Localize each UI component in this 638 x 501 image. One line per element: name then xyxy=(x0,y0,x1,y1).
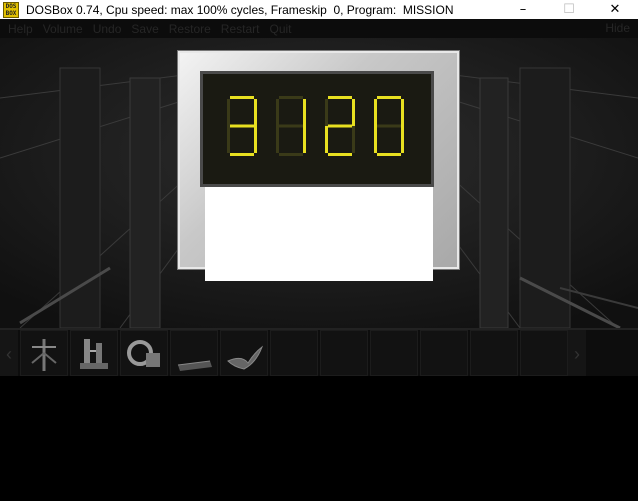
window-titlebar: DOS BOX DOSBox 0.74, Cpu speed: max 100%… xyxy=(0,0,638,19)
menu-item-volume[interactable]: Volume xyxy=(43,22,83,36)
dosbox-icon: DOS BOX xyxy=(3,1,19,18)
digit-segment xyxy=(374,126,377,153)
book-icon xyxy=(177,360,212,371)
digit-segment xyxy=(303,126,306,153)
digit-segment xyxy=(276,126,279,153)
menu-item-help[interactable]: Help xyxy=(8,22,33,36)
close-button[interactable]: ✕ xyxy=(592,0,638,19)
canister-icon xyxy=(127,340,160,367)
digit-segment xyxy=(352,126,355,153)
game-viewport[interactable]: Help Volume Undo Save Restore Restart Qu… xyxy=(0,19,638,501)
menu-item-hide[interactable]: Hide xyxy=(605,21,630,35)
digit-segment xyxy=(401,126,404,153)
inventory-slot[interactable] xyxy=(20,330,68,376)
digit-segment xyxy=(227,126,230,153)
digit-segment xyxy=(230,124,254,128)
digit-segment xyxy=(230,153,254,156)
message-screen[interactable] xyxy=(205,187,433,281)
machine-icon xyxy=(80,339,108,369)
digit-segment xyxy=(279,153,303,156)
inventory-left-arrow[interactable]: ‹ xyxy=(0,330,18,378)
digit-segment xyxy=(377,124,401,128)
inventory-slot[interactable] xyxy=(120,330,168,376)
digit-segment xyxy=(352,99,355,126)
digit-segment xyxy=(328,153,352,156)
digit-segment xyxy=(276,99,279,126)
inventory-slot[interactable] xyxy=(170,330,218,376)
inventory-slot-empty[interactable] xyxy=(370,330,418,376)
maximize-button[interactable]: ☐ xyxy=(546,0,592,19)
inventory-slot[interactable] xyxy=(220,330,268,376)
inventory-slot-empty[interactable] xyxy=(470,330,518,376)
antenna-icon xyxy=(31,339,57,371)
window-title: DOSBox 0.74, Cpu speed: max 100% cycles,… xyxy=(26,2,454,17)
digit-segment xyxy=(325,126,328,153)
inventory-right-arrow[interactable]: › xyxy=(568,330,586,378)
minimize-button[interactable]: – xyxy=(500,0,546,19)
digit-display xyxy=(200,71,434,187)
inventory-bar: ‹ › xyxy=(0,328,638,378)
digit-segment xyxy=(325,99,328,126)
inventory-slot-empty[interactable] xyxy=(320,330,368,376)
inventory-slot-empty[interactable] xyxy=(420,330,468,376)
menu-item-restore[interactable]: Restore xyxy=(169,22,211,36)
seven-segment-digits xyxy=(227,96,404,156)
digit-segment xyxy=(328,124,352,128)
digit-segment xyxy=(401,99,404,126)
menu-item-restart[interactable]: Restart xyxy=(221,22,260,36)
window-controls: – ☐ ✕ xyxy=(500,0,638,19)
game-menubar: Help Volume Undo Save Restore Restart Qu… xyxy=(0,19,638,38)
cloth-icon xyxy=(227,345,264,370)
inventory-slot-empty[interactable] xyxy=(270,330,318,376)
digit-segment xyxy=(254,99,257,126)
digit-segment xyxy=(254,126,257,153)
digit-segment xyxy=(303,99,306,126)
digit-segment xyxy=(230,96,254,99)
digit-segment xyxy=(328,96,352,99)
menu-item-quit[interactable]: Quit xyxy=(269,22,291,36)
menu-item-save[interactable]: Save xyxy=(131,22,158,36)
empty-area xyxy=(0,376,638,501)
digit-segment xyxy=(227,99,230,126)
digit-segment xyxy=(377,96,401,99)
digit-segment xyxy=(279,124,303,128)
digit-segment xyxy=(279,96,303,99)
digit-segment xyxy=(374,99,377,126)
digit-segment xyxy=(377,153,401,156)
inventory-slot[interactable] xyxy=(70,330,118,376)
menu-item-undo[interactable]: Undo xyxy=(93,22,122,36)
inventory-slot-empty[interactable] xyxy=(520,330,568,376)
